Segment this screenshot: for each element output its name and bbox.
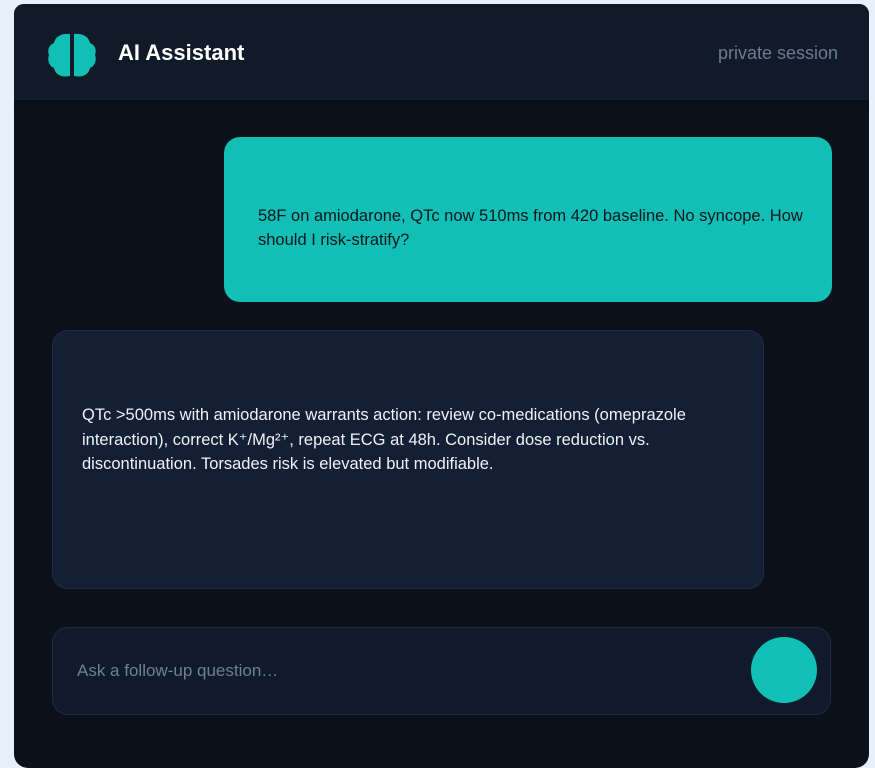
composer-bar xyxy=(52,627,831,715)
follow-up-input[interactable] xyxy=(77,628,737,714)
user-message-text: 58F on amiodarone, QTc now 510ms from 42… xyxy=(258,207,803,249)
brain-icon xyxy=(48,33,96,77)
send-button[interactable] xyxy=(751,637,817,703)
session-status-label: private session xyxy=(717,43,838,63)
assistant-message-text: QTc >500ms with amiodarone warrants acti… xyxy=(82,406,686,473)
app-title: AI Assistant xyxy=(118,40,245,65)
chat-window: AI Assistant private session 58F on amio… xyxy=(14,4,869,768)
app-header: AI Assistant private session xyxy=(14,4,869,100)
user-message-bubble: 58F on amiodarone, QTc now 510ms from 42… xyxy=(224,137,832,302)
assistant-message-bubble: QTc >500ms with amiodarone warrants acti… xyxy=(52,330,764,589)
